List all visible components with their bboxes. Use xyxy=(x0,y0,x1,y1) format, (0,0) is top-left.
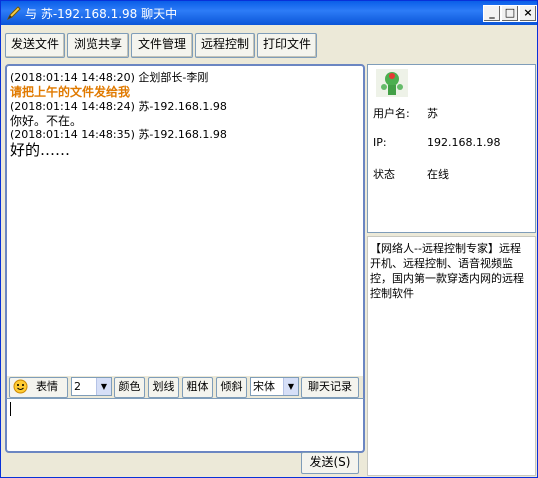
format-toolbar: 表情 2 ▼ 颜色 划线 粗体 倾斜 宋体 ▼ 聊天记录 xyxy=(5,376,365,398)
message-text: 好的…… xyxy=(10,141,71,159)
maximize-button[interactable]: □ xyxy=(501,5,519,22)
username-value: 苏 xyxy=(427,107,438,120)
status-value: 在线 xyxy=(427,168,449,181)
title-bar[interactable]: 与 苏-192.168.1.98 聊天中 _ □ × xyxy=(1,1,537,25)
file-manager-button[interactable]: 文件管理 xyxy=(131,33,193,58)
browse-share-button[interactable]: 浏览共享 xyxy=(67,33,129,58)
ad-panel[interactable]: 【网络人--远程控制专家】远程开机、远程控制、语音视频监控，国内第一款穿透内网的… xyxy=(367,236,536,476)
underline-button[interactable]: 划线 xyxy=(148,377,179,398)
print-file-button[interactable]: 打印文件 xyxy=(257,33,317,58)
username-label: 用户名: xyxy=(373,107,410,120)
ip-value: 192.168.1.98 xyxy=(427,136,501,149)
pen-icon xyxy=(6,5,22,21)
send-button[interactable]: 发送(S) xyxy=(301,452,359,474)
chat-history-button[interactable]: 聊天记录 xyxy=(301,377,359,398)
remote-control-button[interactable]: 远程控制 xyxy=(195,33,255,58)
status-label: 状态 xyxy=(373,168,395,181)
smiley-icon xyxy=(13,379,28,400)
font-family-select[interactable]: 宋体 ▼ xyxy=(250,377,299,396)
message-input[interactable] xyxy=(5,398,365,453)
emoji-button[interactable]: 表情 xyxy=(9,377,68,398)
chevron-down-icon: ▼ xyxy=(283,378,298,395)
text-cursor xyxy=(10,402,11,416)
user-avatar-icon xyxy=(374,67,410,102)
chat-window: 与 苏-192.168.1.98 聊天中 _ □ × 发送文件 浏览共享 文件管… xyxy=(0,0,538,478)
window-title: 与 苏-192.168.1.98 聊天中 xyxy=(25,7,178,21)
font-family-value: 宋体 xyxy=(253,380,275,393)
chat-history[interactable]: (2018:01:14 14:48:20) 企划部长-李刚 请把上午的文件发给我… xyxy=(5,64,365,380)
font-size-select[interactable]: 2 ▼ xyxy=(71,377,112,396)
italic-button[interactable]: 倾斜 xyxy=(216,377,247,398)
minimize-button[interactable]: _ xyxy=(483,5,501,22)
color-button[interactable]: 颜色 xyxy=(114,377,145,398)
chevron-down-icon: ▼ xyxy=(96,378,111,395)
send-file-button[interactable]: 发送文件 xyxy=(5,33,65,58)
font-size-value: 2 xyxy=(74,380,81,393)
emoji-label: 表情 xyxy=(36,380,58,393)
close-button[interactable]: × xyxy=(519,5,537,22)
bold-button[interactable]: 粗体 xyxy=(182,377,213,398)
contact-info-panel: 用户名: 苏 IP: 192.168.1.98 状态 在线 xyxy=(367,64,536,233)
ip-label: IP: xyxy=(373,136,387,149)
ad-text: 【网络人--远程控制专家】远程开机、远程控制、语音视频监控，国内第一款穿透内网的… xyxy=(370,242,524,300)
